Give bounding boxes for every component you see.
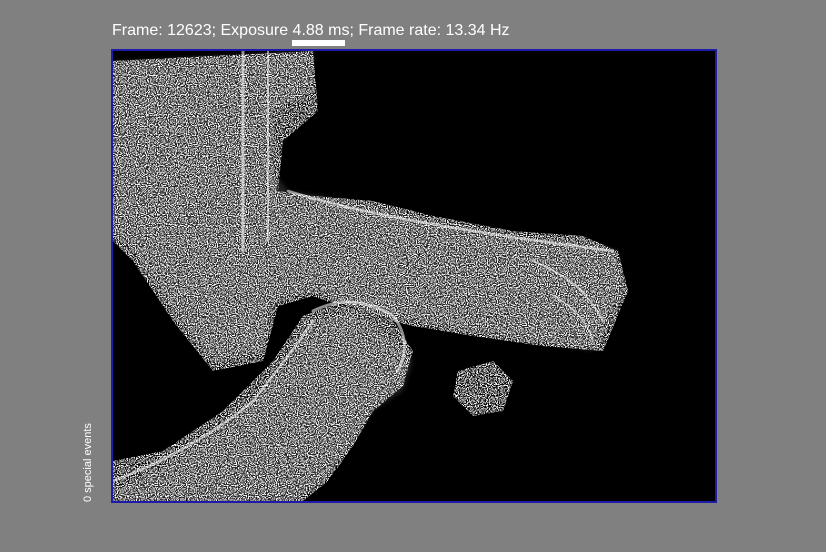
frame-status-text: Frame: 12623; Exposure 4.88 ms; Frame ra… xyxy=(112,22,510,39)
exposure-progress-bar xyxy=(292,40,345,46)
event-frame-viewer[interactable] xyxy=(111,49,717,503)
exposure-progress-fill xyxy=(292,40,345,46)
event-frame-image xyxy=(113,51,628,501)
special-events-label: 0 special events xyxy=(82,423,94,502)
